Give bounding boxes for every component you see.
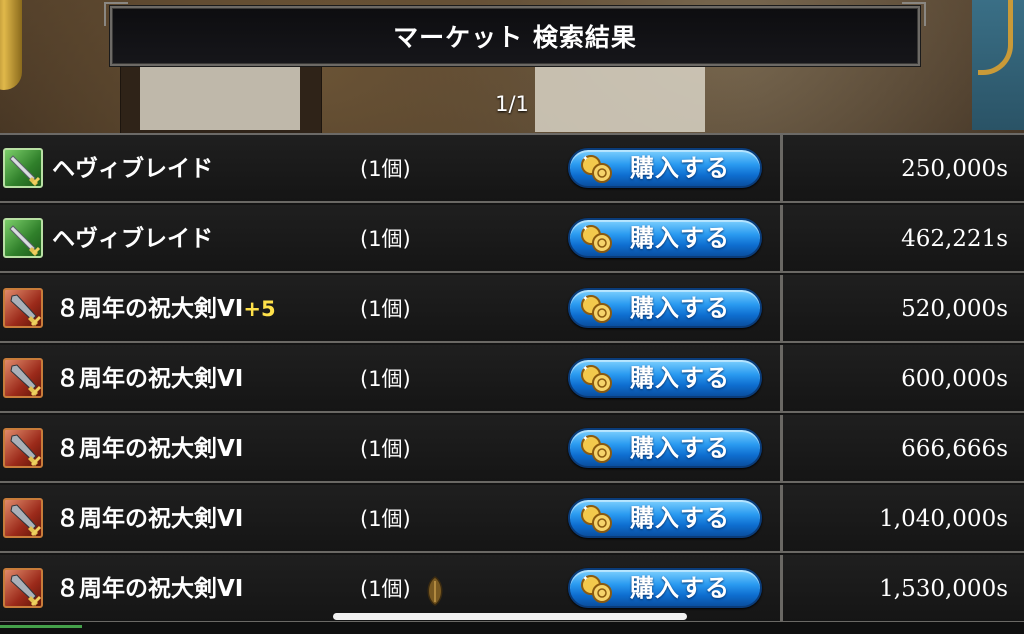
item-name-label: ８周年の祝大剣VI xyxy=(56,296,244,322)
item-name-label: ８周年の祝大剣VI xyxy=(56,436,244,462)
listing-row[interactable]: ８周年の祝大剣VI (1個) ✦ 購入する 600,000s xyxy=(0,345,1024,413)
item-name: ８周年の祝大剣VI+5 xyxy=(56,275,276,343)
listing-row[interactable]: ヘヴィブレイド (1個) ✦ 購入する 462,221s xyxy=(0,205,1024,273)
item-name-label: ヘヴィブレイド xyxy=(52,226,213,252)
item-name-label: ８周年の祝大剣VI xyxy=(56,366,244,392)
buy-button-label: 購入する xyxy=(630,224,730,252)
item-price: 250,000s xyxy=(901,156,1008,182)
item-name-label: ヘヴィブレイド xyxy=(52,156,213,182)
greatsword-red-icon xyxy=(3,428,43,468)
trophy-ornament xyxy=(0,0,22,90)
buy-button-label: 購入する xyxy=(630,294,730,322)
listing-list: ヘヴィブレイド (1個) ✦ 購入する 250,000s ヘヴィブレイド (1個) ✦ 購入する… xyxy=(0,133,1024,625)
greatsword-green-icon xyxy=(3,218,43,258)
greatsword-red-icon xyxy=(3,358,43,398)
coins-icon: ✦ xyxy=(581,154,612,183)
column-divider xyxy=(780,485,783,553)
column-divider xyxy=(780,205,783,273)
svg-text:✦: ✦ xyxy=(582,574,589,583)
item-price: 1,530,000s xyxy=(879,576,1008,602)
greatsword-red-icon xyxy=(3,568,43,608)
svg-text:✦: ✦ xyxy=(582,154,589,163)
svg-text:✦: ✦ xyxy=(582,504,589,513)
item-quantity: (1個) xyxy=(360,367,411,391)
item-quantity: (1個) xyxy=(360,157,411,181)
item-quantity: (1個) xyxy=(360,227,411,251)
item-name: ８周年の祝大剣VI xyxy=(56,415,243,483)
item-price: 600,000s xyxy=(901,366,1008,392)
item-price: 1,040,000s xyxy=(879,506,1008,532)
greatsword-red-icon xyxy=(3,288,43,328)
buy-button[interactable]: ✦ 購入する xyxy=(568,288,762,328)
listing-row[interactable]: ８周年の祝大剣VI (1個) ✦ 購入する 1,040,000s xyxy=(0,485,1024,553)
greatsword-red-icon xyxy=(3,498,43,538)
item-name: ８周年の祝大剣VI xyxy=(56,555,243,623)
buy-button[interactable]: ✦ 購入する xyxy=(568,568,762,608)
buy-button[interactable]: ✦ 購入する xyxy=(568,148,762,188)
title-bar: マーケット 検索結果 xyxy=(104,2,926,66)
buy-button-label: 購入する xyxy=(630,364,730,392)
buy-button[interactable]: ✦ 購入する xyxy=(568,218,762,258)
coins-icon: ✦ xyxy=(581,364,612,393)
buy-button-label: 購入する xyxy=(630,504,730,532)
coins-icon: ✦ xyxy=(581,434,612,463)
page-title: マーケット 検索結果 xyxy=(393,23,637,52)
item-price: 666,666s xyxy=(901,436,1008,462)
item-quantity: (1個) xyxy=(360,297,411,321)
item-quantity: (1個) xyxy=(360,507,411,531)
coins-icon: ✦ xyxy=(581,574,612,603)
buy-button[interactable]: ✦ 購入する xyxy=(568,498,762,538)
listing-row[interactable]: ８周年の祝大剣VI+5 (1個) ✦ 購入する 520,000s xyxy=(0,275,1024,343)
enhance-level: +5 xyxy=(243,297,276,321)
market-screen: マーケット 検索結果 1/1 ヘヴィブレイド (1個) ✦ 購入する 250,000s ヘ… xyxy=(0,0,1024,634)
coins-icon: ✦ xyxy=(581,504,612,533)
item-name-label: ８周年の祝大剣VI xyxy=(56,576,244,602)
item-name: ヘヴィブレイド xyxy=(52,135,213,203)
item-price: 462,221s xyxy=(901,226,1008,252)
buy-button[interactable]: ✦ 購入する xyxy=(568,358,762,398)
bottom-bar xyxy=(0,622,1024,634)
item-name: ８周年の祝大剣VI xyxy=(56,345,243,413)
item-quantity: (1個) xyxy=(360,437,411,461)
coins-icon: ✦ xyxy=(581,294,612,323)
buy-button-label: 購入する xyxy=(630,154,730,182)
listing-row[interactable]: ヘヴィブレイド (1個) ✦ 購入する 250,000s xyxy=(0,135,1024,203)
greatsword-green-icon xyxy=(3,148,43,188)
column-divider xyxy=(780,415,783,483)
column-divider xyxy=(780,135,783,203)
home-indicator[interactable] xyxy=(333,613,687,620)
column-divider xyxy=(780,555,783,623)
svg-text:✦: ✦ xyxy=(582,294,589,303)
column-divider xyxy=(780,345,783,413)
buy-button-label: 購入する xyxy=(630,434,730,462)
coins-icon: ✦ xyxy=(581,224,612,253)
seed-icon xyxy=(427,576,443,606)
item-name: ８周年の祝大剣VI xyxy=(56,485,243,553)
svg-text:✦: ✦ xyxy=(582,434,589,443)
svg-text:✦: ✦ xyxy=(582,224,589,233)
listing-row[interactable]: ８周年の祝大剣VI (1個) ✦ 購入する 666,666s xyxy=(0,415,1024,483)
item-name-label: ８周年の祝大剣VI xyxy=(56,506,244,532)
column-divider xyxy=(780,275,783,343)
buy-button-label: 購入する xyxy=(630,574,730,602)
item-name: ヘヴィブレイド xyxy=(52,205,213,273)
buy-button[interactable]: ✦ 購入する xyxy=(568,428,762,468)
item-price: 520,000s xyxy=(901,296,1008,322)
svg-text:✦: ✦ xyxy=(582,364,589,373)
page-indicator: 1/1 xyxy=(495,92,529,116)
